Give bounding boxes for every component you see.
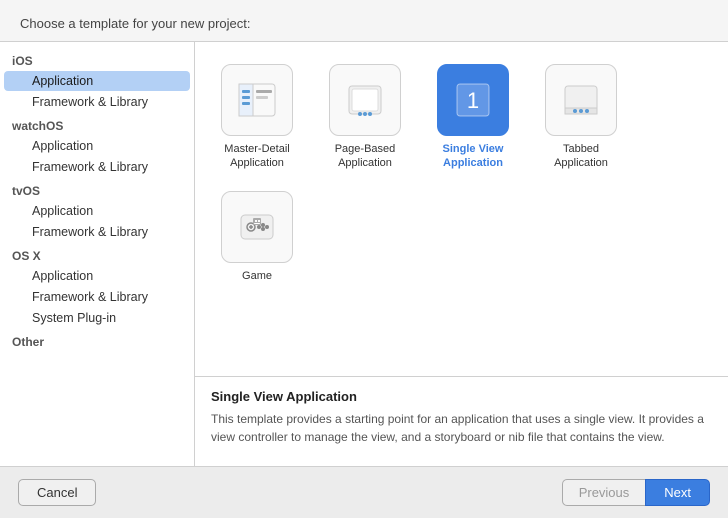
page-based-icon-svg — [343, 78, 387, 122]
description-text: This template provides a starting point … — [211, 410, 712, 446]
previous-button[interactable]: Previous — [562, 479, 646, 506]
template-grid: Master-Detail Application Page-Based App… — [195, 42, 728, 376]
template-label-master-detail: Master-Detail Application — [211, 142, 303, 171]
nav-button-group: Previous Next — [562, 479, 710, 506]
sidebar-section-osx: OS X — [0, 243, 194, 265]
template-label-tabbed: Tabbed Application — [535, 142, 627, 171]
template-item-game[interactable]: Game — [207, 185, 307, 289]
template-item-page-based[interactable]: Page-Based Application — [315, 58, 415, 177]
next-button[interactable]: Next — [645, 479, 710, 506]
sidebar-section-watchos: watchOS — [0, 113, 194, 135]
template-label-game: Game — [242, 269, 272, 283]
template-item-master-detail[interactable]: Master-Detail Application — [207, 58, 307, 177]
master-detail-icon-svg — [235, 78, 279, 122]
template-item-tabbed[interactable]: Tabbed Application — [531, 58, 631, 177]
dialog-body: iOSApplicationFramework & LibrarywatchOS… — [0, 42, 728, 466]
header-label: Choose a template for your new project: — [20, 16, 251, 31]
template-item-single-view[interactable]: 1 Single View Application — [423, 58, 523, 177]
sidebar-item-osx-plugin[interactable]: System Plug-in — [4, 308, 190, 328]
game-icon-svg — [235, 205, 279, 249]
sidebar-item-watchos-application[interactable]: Application — [4, 136, 190, 156]
sidebar-item-watchos-framework[interactable]: Framework & Library — [4, 157, 190, 177]
template-label-page-based: Page-Based Application — [319, 142, 411, 171]
sidebar-section-tvos: tvOS — [0, 178, 194, 200]
tabbed-icon-svg — [559, 78, 603, 122]
template-label-single-view: Single View Application — [427, 142, 519, 171]
dialog-footer: Cancel Previous Next — [0, 466, 728, 518]
sidebar-item-osx-application[interactable]: Application — [4, 266, 190, 286]
svg-text:1: 1 — [467, 88, 479, 113]
dialog-header: Choose a template for your new project: — [0, 0, 728, 42]
single-view-icon-svg: 1 — [451, 78, 495, 122]
sidebar-section-ios: iOS — [0, 48, 194, 70]
sidebar-item-tvos-framework[interactable]: Framework & Library — [4, 222, 190, 242]
sidebar-item-ios-framework[interactable]: Framework & Library — [4, 92, 190, 112]
sidebar: iOSApplicationFramework & LibrarywatchOS… — [0, 42, 195, 466]
content-area: Master-Detail Application Page-Based App… — [195, 42, 728, 466]
sidebar-item-osx-framework[interactable]: Framework & Library — [4, 287, 190, 307]
sidebar-section-other: Other — [0, 329, 194, 351]
cancel-button[interactable]: Cancel — [18, 479, 96, 506]
description-area: Single View Application This template pr… — [195, 376, 728, 466]
sidebar-item-tvos-application[interactable]: Application — [4, 201, 190, 221]
dialog-window: Choose a template for your new project: … — [0, 0, 728, 518]
description-title: Single View Application — [211, 389, 712, 404]
sidebar-item-ios-application[interactable]: Application — [4, 71, 190, 91]
